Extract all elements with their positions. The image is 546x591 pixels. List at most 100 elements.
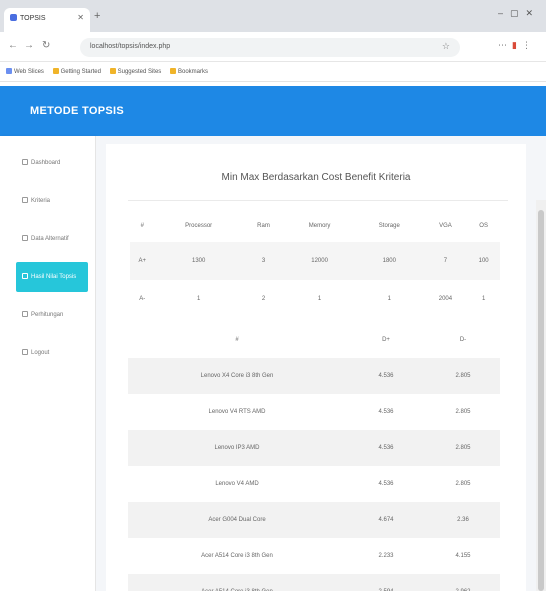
chart-icon xyxy=(22,273,28,279)
table-cell: 4.674 xyxy=(346,502,426,538)
table-cell: 1800 xyxy=(354,242,424,280)
sidebar-item-data-alternatif[interactable]: Data Alternatif xyxy=(16,224,88,254)
table-cell: 7 xyxy=(423,242,468,280)
sidebar: Dashboard Kriteria Data Alternatif Hasil… xyxy=(0,136,96,591)
table-row: Acer A514 Core i3 8th Gen 2.594 2.962 xyxy=(128,574,500,591)
table-header-row: # D+ D- xyxy=(128,322,500,358)
list-icon xyxy=(22,197,28,203)
table-header: Memory xyxy=(308,223,331,229)
table-cell: Acer A514 Core i3 8th Gen xyxy=(201,553,273,559)
table-cell: 2 xyxy=(261,296,266,302)
table-cell: 2.233 xyxy=(378,553,394,559)
table-cell: 4.155 xyxy=(455,553,471,559)
table-row: Acer A514 Core i3 8th Gen 2.233 4.155 xyxy=(128,538,500,574)
table-cell: 2.805 xyxy=(426,430,500,466)
table-cell: Acer A514 Core i3 8th Gen xyxy=(128,574,346,591)
table-cell: 2.36 xyxy=(426,502,500,538)
table-cell: 12000 xyxy=(284,242,355,280)
table-header: # xyxy=(235,337,239,343)
sidebar-item-label: Hasil Nilai Topsis xyxy=(31,274,77,280)
table-cell: 1 xyxy=(387,296,391,302)
table-header: VGA xyxy=(439,223,452,229)
table-header: D+ xyxy=(382,337,390,343)
table-cell: 2.962 xyxy=(426,574,500,591)
table-cell: 1 xyxy=(317,296,322,302)
bookmarks-bar: Web Slices Getting Started Suggested Sit… xyxy=(0,62,546,82)
table-cell: Lenovo V4 AMD xyxy=(215,481,259,487)
table-cell: 100 xyxy=(467,242,500,280)
table-header: D- xyxy=(459,337,467,343)
table-cell: 1 xyxy=(481,296,486,302)
sidebar-item-label: Perhitungan xyxy=(31,312,64,318)
sidebar-item-logout[interactable]: Logout xyxy=(16,338,88,368)
bookmark-item[interactable]: Getting Started xyxy=(52,68,101,75)
new-tab-icon[interactable]: + xyxy=(94,10,100,22)
favicon-icon xyxy=(10,14,17,21)
app-brand[interactable]: METODE TOPSIS xyxy=(30,105,124,117)
table-header: Ram xyxy=(257,223,270,229)
browser-extension-icons[interactable]: ⋯▮⋮ xyxy=(498,40,536,51)
table-cell: 3 xyxy=(242,242,285,280)
tab-title: TOPSIS xyxy=(20,15,46,22)
title-divider xyxy=(128,200,508,201)
back-icon[interactable]: ← xyxy=(8,40,18,51)
browser-tab-bar: TOPSIS ✕ + –▢✕ xyxy=(0,0,546,32)
close-tab-icon[interactable]: ✕ xyxy=(77,13,84,22)
page-scrollbar-thumb[interactable] xyxy=(538,210,544,591)
url-input[interactable]: localhost/topsis/index.php ☆ xyxy=(80,38,460,57)
browser-tab[interactable]: TOPSIS ✕ xyxy=(4,8,90,32)
table-header-row: # Processor Ram Memory Storage VGA OS xyxy=(130,210,500,242)
table-row: Lenovo V4 RTS AMD 4.536 2.805 xyxy=(128,394,500,430)
window-controls[interactable]: –▢✕ xyxy=(498,8,540,19)
bookmark-item[interactable]: Bookmarks xyxy=(169,68,208,75)
bookmark-item[interactable]: Web Slices xyxy=(6,68,44,75)
dashboard-icon xyxy=(22,159,28,165)
sidebar-item-label: Logout xyxy=(31,350,50,356)
address-bar: ← → ↻ localhost/topsis/index.php ☆ ⋯▮⋮ xyxy=(0,32,546,62)
sidebar-item-label: Data Alternatif xyxy=(31,236,69,242)
table-cell: 2.805 xyxy=(455,409,471,415)
sidebar-item-label: Dashboard xyxy=(31,160,61,166)
table-cell: 4.536 xyxy=(378,409,394,415)
table-row: Lenovo V4 AMD 4.536 2.805 xyxy=(128,466,500,502)
table-row: A- 1 2 1 1 2004 1 xyxy=(130,280,500,318)
table-header: Storage xyxy=(378,223,400,229)
table-row: Lenovo X4 Core i3 8th Gen 4.536 2.805 xyxy=(128,358,500,394)
table-cell: 1 xyxy=(197,296,201,302)
table-header: Processor xyxy=(185,223,213,229)
table-cell: 4.536 xyxy=(346,358,426,394)
table-cell: Acer G004 Dual Core xyxy=(128,502,346,538)
table-header: OS xyxy=(479,223,488,229)
table-row: A+ 1300 3 12000 1800 7 100 xyxy=(130,242,500,280)
table-row: Lenovo IP3 AMD 4.536 2.805 xyxy=(128,430,500,466)
sidebar-item-kriteria[interactable]: Kriteria xyxy=(16,186,88,216)
table-cell: 4.536 xyxy=(346,430,426,466)
bookmark-star-icon[interactable]: ☆ xyxy=(442,41,450,52)
reload-icon[interactable]: ↻ xyxy=(42,40,50,51)
table-cell: Lenovo V4 RTS AMD xyxy=(208,409,266,415)
table-cell: 4.536 xyxy=(378,481,394,487)
sidebar-item-perhitungan[interactable]: Perhitungan xyxy=(16,300,88,330)
table-cell: 2.805 xyxy=(426,358,500,394)
table-cell: A+ xyxy=(130,242,155,280)
criteria-minmax-table: # Processor Ram Memory Storage VGA OS A+… xyxy=(130,210,500,318)
table-row: Acer G004 Dual Core 4.674 2.36 xyxy=(128,502,500,538)
table-cell: Lenovo X4 Core i3 8th Gen xyxy=(128,358,346,394)
forward-icon[interactable]: → xyxy=(24,40,34,51)
logout-icon xyxy=(22,349,28,355)
table-cell: Lenovo IP3 AMD xyxy=(128,430,346,466)
table-header: # xyxy=(140,223,144,229)
app-header: METODE TOPSIS xyxy=(0,86,546,136)
bookmark-item[interactable]: Suggested Sites xyxy=(109,68,161,75)
sidebar-item-dashboard[interactable]: Dashboard xyxy=(16,148,88,178)
folder-icon xyxy=(22,235,28,241)
sidebar-item-hasil-nilai-topsis[interactable]: Hasil Nilai Topsis xyxy=(16,262,88,292)
table-cell: 2004 xyxy=(438,296,453,302)
table-cell: A- xyxy=(139,296,146,302)
url-text: localhost/topsis/index.php xyxy=(90,43,171,50)
table-cell: 2.594 xyxy=(346,574,426,591)
sidebar-item-label: Kriteria xyxy=(31,198,51,204)
calculator-icon xyxy=(22,311,28,317)
table-cell: 2.805 xyxy=(455,481,471,487)
distance-results-table: # D+ D- Lenovo X4 Core i3 8th Gen 4.536 … xyxy=(128,322,500,591)
